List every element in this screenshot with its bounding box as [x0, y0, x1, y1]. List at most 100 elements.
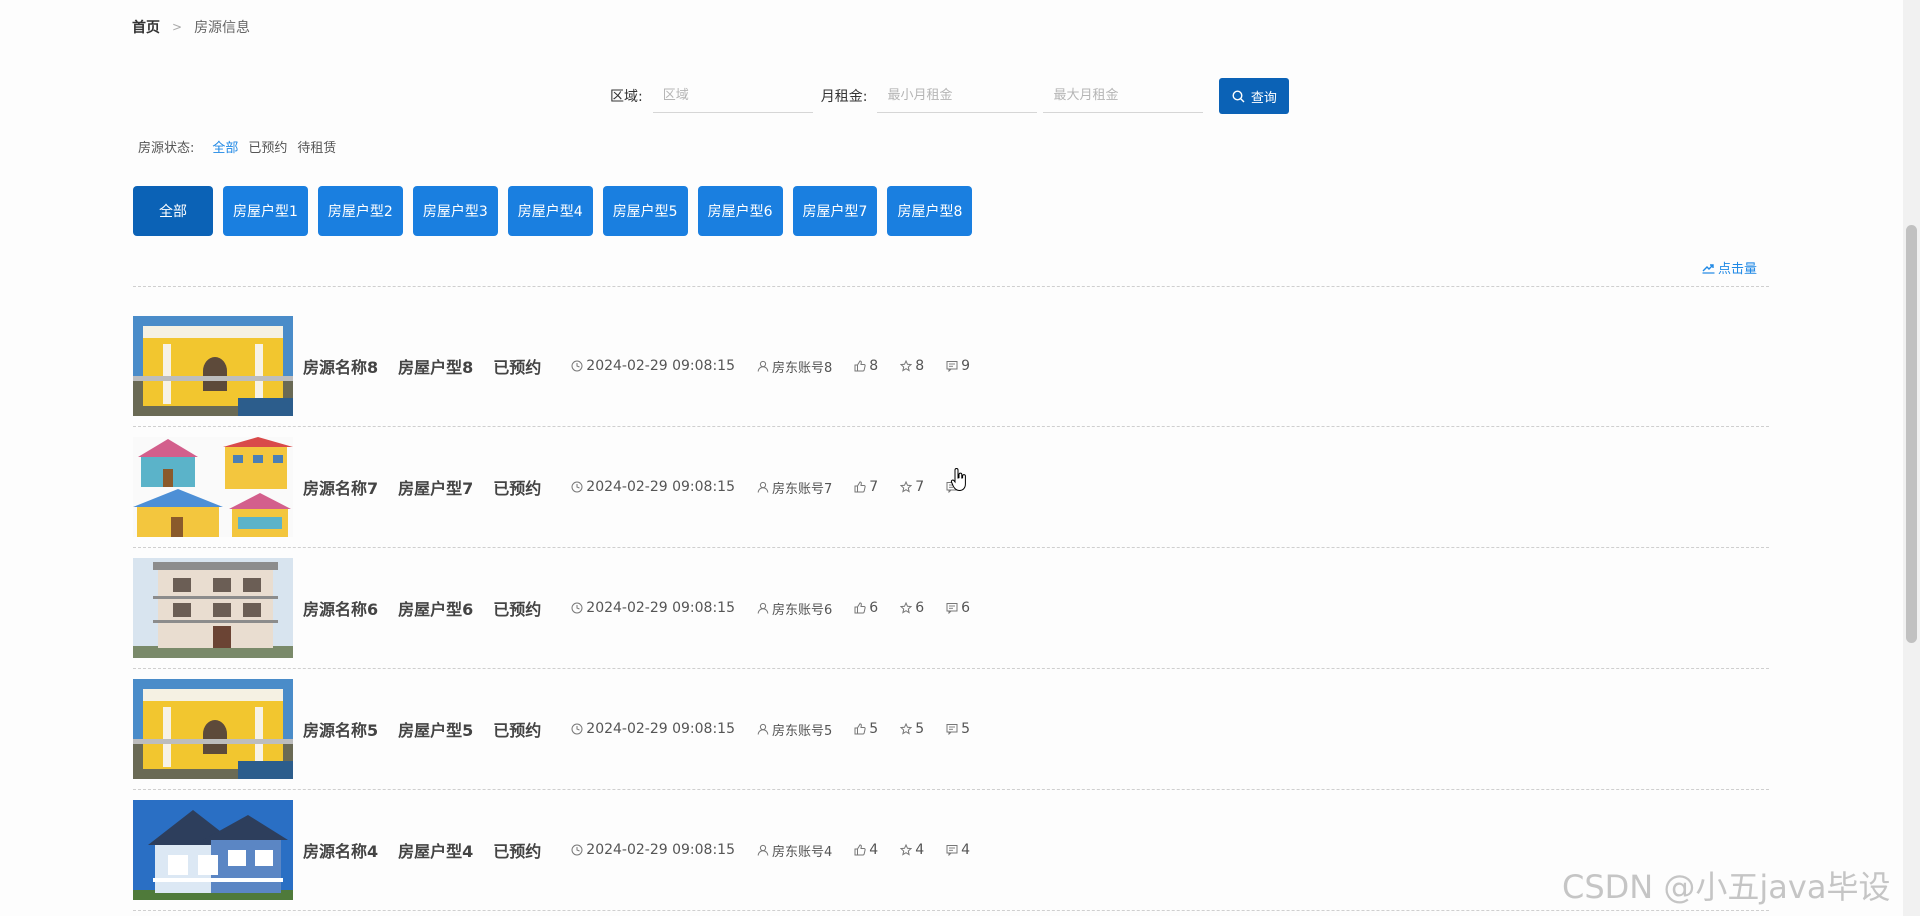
listing-owner-text: 房东账号7 — [772, 481, 833, 497]
listing-name[interactable]: 房源名称6 — [303, 596, 378, 620]
listing-comments: 6 — [946, 600, 970, 616]
listing-name[interactable]: 房源名称8 — [303, 354, 378, 378]
scrollbar-thumb[interactable] — [1906, 225, 1917, 643]
page: 首页 > 房源信息 区域: 月租金: 查询 房源状态: 全部 已预约 待租赁 全… — [0, 0, 1920, 916]
listing-time-text: 2024-02-29 09:08:15 — [586, 721, 735, 737]
user-icon — [757, 481, 769, 493]
listing-status: 已预约 — [493, 479, 542, 498]
user-icon — [757, 360, 769, 372]
listing-name[interactable]: 房源名称7 — [303, 475, 378, 499]
scrollbar[interactable] — [1903, 0, 1920, 916]
listing-item[interactable]: 房源名称5 房屋户型5 已预约 2024-02-29 09:08:15 房东账号… — [133, 669, 1769, 790]
type-button-2[interactable]: 房屋户型2 — [317, 186, 403, 236]
listing-type: 房屋户型8 — [398, 358, 474, 377]
type-filter: 全部 房屋户型1 房屋户型2 房屋户型3 房屋户型4 房屋户型5 房屋户型6 房… — [133, 186, 982, 236]
rent-max-input[interactable] — [1043, 79, 1204, 113]
listing-owner: 房东账号4 — [757, 841, 832, 860]
type-button-6[interactable]: 房屋户型6 — [697, 186, 783, 236]
type-button-8[interactable]: 房屋户型8 — [887, 186, 973, 236]
star-icon — [900, 481, 913, 493]
listing-owner: 房东账号8 — [757, 357, 832, 376]
status-option-available[interactable]: 待租赁 — [297, 137, 336, 156]
clock-icon — [571, 360, 583, 372]
listing-comments: 4 — [946, 842, 970, 858]
listing-likes-count: 4 — [869, 842, 879, 858]
type-button-3[interactable]: 房屋户型3 — [412, 186, 498, 236]
listing-favorites: 5 — [900, 721, 924, 737]
listing-time-text: 2024-02-29 09:08:15 — [586, 479, 735, 495]
listing-likes-count: 5 — [869, 721, 879, 737]
clock-icon — [571, 844, 583, 856]
listing-owner: 房东账号5 — [757, 720, 832, 739]
type-button-7[interactable]: 房屋户型7 — [792, 186, 878, 236]
status-filter-label: 房源状态: — [138, 141, 195, 156]
search-icon — [1232, 89, 1245, 102]
listing-owner-text: 房东账号4 — [772, 844, 833, 860]
listing-favorites-count: 5 — [915, 721, 925, 737]
listing-likes: 5 — [854, 721, 878, 737]
listing-meta: 2024-02-29 09:08:15 房东账号5 5 5 5 — [571, 720, 992, 739]
listing-favorites-count: 6 — [915, 600, 925, 616]
status-option-all[interactable]: 全部 — [212, 137, 238, 156]
listing-favorites-count: 8 — [915, 358, 925, 374]
listing-name[interactable]: 房源名称5 — [303, 717, 378, 741]
listing-status: 已预约 — [493, 842, 542, 861]
rent-min-input[interactable] — [877, 79, 1038, 113]
listing-time: 2024-02-29 09:08:15 — [571, 358, 735, 374]
listing-type: 房屋户型5 — [398, 721, 474, 740]
clock-icon — [571, 481, 583, 493]
listing-meta: 2024-02-29 09:08:15 房东账号8 8 8 9 — [571, 357, 992, 376]
sort-by-clicks[interactable]: 点击量 — [1702, 258, 1757, 277]
listing-thumbnail[interactable] — [133, 800, 293, 900]
listing-item[interactable]: 房源名称6 房屋户型6 已预约 2024-02-29 09:08:15 房东账号… — [133, 548, 1769, 669]
star-icon — [900, 602, 913, 614]
comment-icon — [946, 845, 958, 856]
listing-time-text: 2024-02-29 09:08:15 — [586, 842, 735, 858]
listing-likes-count: 7 — [869, 479, 879, 495]
star-icon — [900, 723, 913, 735]
listing-likes: 7 — [854, 479, 878, 495]
listing-comments-count: 4 — [961, 842, 971, 858]
listing-likes: 6 — [854, 600, 878, 616]
hand-cursor-icon — [950, 468, 966, 492]
type-button-5[interactable]: 房屋户型5 — [602, 186, 688, 236]
listing-time-text: 2024-02-29 09:08:15 — [586, 358, 735, 374]
comment-icon — [946, 361, 958, 372]
type-button-all[interactable]: 全部 — [133, 186, 213, 236]
listing-thumbnail[interactable] — [133, 558, 293, 658]
query-button-label: 查询 — [1250, 90, 1277, 106]
search-bar: 区域: 月租金: 查询 — [610, 78, 1290, 114]
listing-list: 房源名称8 房屋户型8 已预约 2024-02-29 09:08:15 房东账号… — [133, 306, 1769, 911]
comment-icon — [946, 724, 958, 735]
listing-item[interactable]: 房源名称8 房屋户型8 已预约 2024-02-29 09:08:15 房东账号… — [133, 306, 1769, 427]
listing-comments-count: 9 — [961, 358, 971, 374]
rent-label: 月租金: — [820, 89, 868, 105]
listing-likes-count: 8 — [869, 358, 879, 374]
listing-comments: 5 — [946, 721, 970, 737]
status-option-reserved[interactable]: 已预约 — [248, 137, 287, 156]
breadcrumb-home[interactable]: 首页 — [132, 17, 160, 37]
listing-owner-text: 房东账号8 — [772, 360, 833, 376]
thumbs-up-icon — [854, 360, 866, 372]
star-icon — [900, 360, 913, 372]
breadcrumb-separator: > — [172, 20, 183, 34]
listing-thumbnail[interactable] — [133, 437, 293, 537]
area-input[interactable] — [652, 79, 813, 113]
listing-type: 房屋户型7 — [398, 479, 474, 498]
type-button-4[interactable]: 房屋户型4 — [507, 186, 593, 236]
listing-favorites: 8 — [900, 358, 924, 374]
listing-owner-text: 房东账号5 — [772, 723, 833, 739]
watermark: CSDN @小五java毕设 — [1562, 868, 1891, 906]
listing-item[interactable]: 房源名称4 房屋户型4 已预约 2024-02-29 09:08:15 房东账号… — [133, 790, 1769, 911]
listing-meta: 2024-02-29 09:08:15 房东账号4 4 4 4 — [571, 841, 992, 860]
listing-thumbnail[interactable] — [133, 679, 293, 779]
query-button[interactable]: 查询 — [1219, 78, 1290, 114]
listing-name[interactable]: 房源名称4 — [303, 838, 378, 862]
type-button-1[interactable]: 房屋户型1 — [223, 186, 308, 236]
user-icon — [757, 602, 769, 614]
status-filter: 房源状态: 全部 已预约 待租赁 — [138, 137, 346, 156]
listing-time: 2024-02-29 09:08:15 — [571, 721, 735, 737]
user-icon — [757, 844, 769, 856]
sort-bar: 点击量 — [133, 258, 1769, 287]
listing-thumbnail[interactable] — [133, 316, 293, 416]
